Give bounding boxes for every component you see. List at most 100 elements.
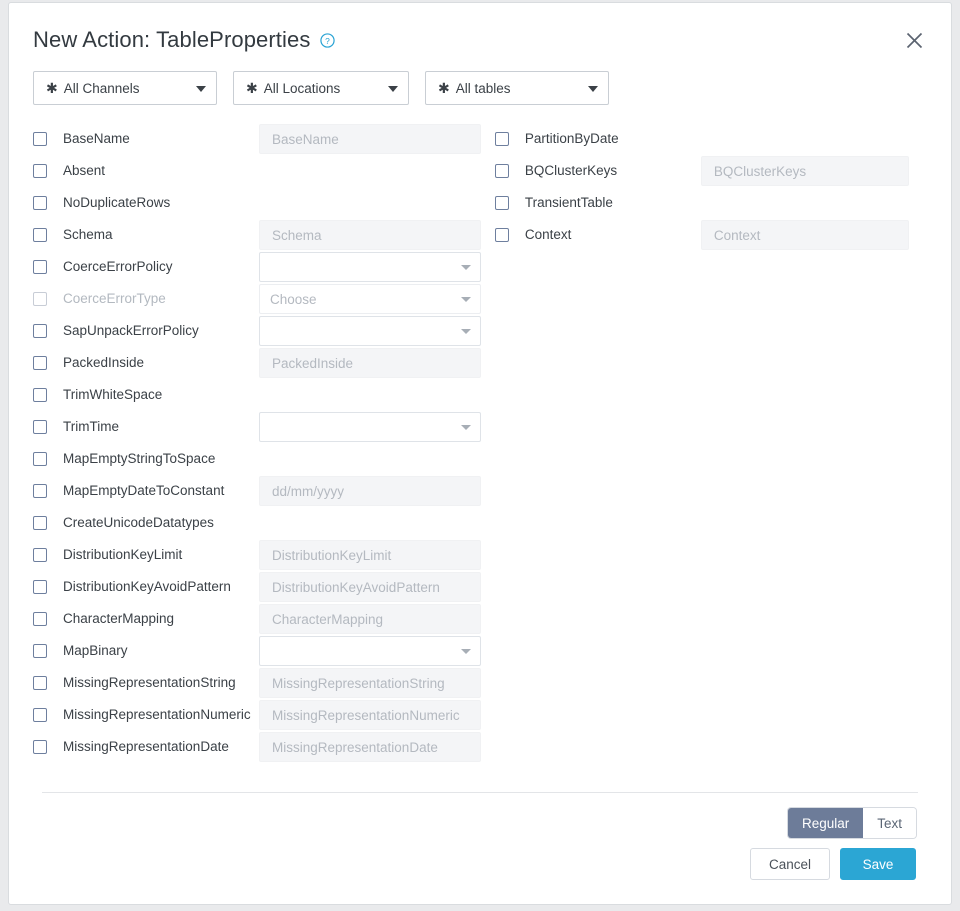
checkbox-missingrepresentationnumeric[interactable] — [33, 708, 47, 722]
property-row: Context Context — [494, 219, 927, 251]
checkbox-context[interactable] — [494, 228, 509, 242]
property-label: MissingRepresentationNumeric — [63, 707, 251, 723]
control-slot: Context — [700, 220, 909, 250]
input-schema[interactable]: Schema — [259, 220, 481, 250]
input-mapemptydatetoconstant[interactable]: dd/mm/yyyy — [259, 476, 481, 506]
input-bqclusterkeys[interactable]: BQClusterKeys — [700, 156, 909, 186]
location-selector[interactable]: ✱ All Locations — [233, 71, 409, 105]
select-mapbinary[interactable] — [259, 636, 481, 666]
close-icon[interactable] — [899, 25, 929, 55]
input-missingrepresentationnumeric[interactable]: MissingRepresentationNumeric — [259, 700, 481, 730]
checkbox-coerceerrorpolicy[interactable] — [33, 260, 47, 274]
property-label: PartitionByDate — [524, 131, 619, 147]
control-slot: BQClusterKeys — [700, 156, 909, 186]
property-row: DistributionKeyAvoidPattern DistributionK… — [33, 571, 485, 603]
property-row: Absent — [33, 155, 485, 187]
property-row: Schema Schema — [33, 219, 485, 251]
property-label: Schema — [63, 227, 113, 243]
checkbox-trimwhitespace[interactable] — [33, 388, 47, 402]
control-slot: PackedInside — [259, 348, 481, 378]
new-action-dialog: New Action: TableProperties ? ✱ All Chan… — [8, 2, 952, 905]
checkbox-schema[interactable] — [33, 228, 47, 242]
property-row: CreateUnicodeDatatypes — [33, 507, 485, 539]
chevron-down-icon — [461, 329, 471, 334]
checkbox-missingrepresentationstring[interactable] — [33, 676, 47, 690]
property-row: TransientTable — [494, 187, 927, 219]
checkbox-noduplicaterows[interactable] — [33, 196, 47, 210]
chevron-down-icon — [388, 86, 398, 92]
select-coerceerrorpolicy[interactable] — [259, 252, 481, 282]
control-slot — [259, 636, 481, 666]
table-selector[interactable]: ✱ All tables — [425, 71, 609, 105]
property-label: TransientTable — [524, 195, 613, 211]
checkbox-transienttable[interactable] — [494, 196, 509, 210]
checkbox-basename[interactable] — [33, 132, 47, 146]
property-row: DistributionKeyLimit DistributionKeyLimit — [33, 539, 485, 571]
property-label: Context — [524, 227, 572, 243]
checkbox-charactermapping[interactable] — [33, 612, 47, 626]
control-slot: BaseName — [259, 124, 481, 154]
input-basename[interactable]: BaseName — [259, 124, 481, 154]
select-trimtime[interactable] — [259, 412, 481, 442]
property-label: CharacterMapping — [63, 611, 175, 627]
property-label: MapEmptyDateToConstant — [63, 483, 225, 499]
property-row: MissingRepresentationNumeric MissingRepre… — [33, 699, 485, 731]
channel-selector-label: All Channels — [63, 80, 140, 96]
property-label: CoerceErrorType — [63, 291, 166, 307]
control-slot — [259, 412, 481, 442]
properties-columns: BaseName BaseName Absent NoDuplicateRows Sch… — [33, 123, 927, 763]
checkbox-partitionbydate[interactable] — [494, 132, 509, 146]
checkbox-mapemptystringtospace[interactable] — [33, 452, 47, 466]
control-slot: DistributionKeyLimit — [259, 540, 481, 570]
view-mode-toggle: Regular Text — [787, 808, 916, 838]
asterisk-icon: ✱ — [46, 80, 58, 96]
property-row: PackedInside PackedInside — [33, 347, 485, 379]
property-row: NoDuplicateRows — [33, 187, 485, 219]
property-row: BaseName BaseName — [33, 123, 485, 155]
property-row: MapBinary — [33, 635, 485, 667]
cancel-button[interactable]: Cancel — [749, 848, 830, 880]
property-label: TrimWhiteSpace — [63, 387, 163, 403]
chevron-down-icon — [588, 86, 598, 92]
input-charactermapping[interactable]: CharacterMapping — [259, 604, 481, 634]
property-label: BQClusterKeys — [524, 163, 618, 179]
checkbox-packedinside[interactable] — [33, 356, 47, 370]
property-row: MissingRepresentationString MissingRepres… — [33, 667, 485, 699]
chevron-down-icon — [461, 649, 471, 654]
channel-selector[interactable]: ✱ All Channels — [33, 71, 217, 105]
property-label: CreateUnicodeDatatypes — [63, 515, 214, 531]
asterisk-icon: ✱ — [438, 80, 450, 96]
checkbox-trimtime[interactable] — [33, 420, 47, 434]
asterisk-icon: ✱ — [246, 80, 258, 96]
checkbox-sapunpackerrorpolicy[interactable] — [33, 324, 47, 338]
property-label: PackedInside — [63, 355, 145, 371]
checkbox-mapemptydatetoconstant[interactable] — [33, 484, 47, 498]
checkbox-distributionkeyavoidpattern[interactable] — [33, 580, 47, 594]
property-label: Absent — [63, 163, 106, 179]
checkbox-createunicodedatatypes[interactable] — [33, 516, 47, 530]
checkbox-absent[interactable] — [33, 164, 47, 178]
select-sapunpackerrorpolicy[interactable] — [259, 316, 481, 346]
property-row: MapEmptyDateToConstant dd/mm/yyyy — [33, 475, 485, 507]
control-slot: Choose — [259, 284, 481, 314]
property-row: MapEmptyStringToSpace — [33, 443, 485, 475]
save-button[interactable]: Save — [840, 848, 916, 880]
location-selector-label: All Locations — [263, 80, 341, 96]
chevron-down-icon — [461, 425, 471, 430]
input-distributionkeyavoidpattern[interactable]: DistributionKeyAvoidPattern — [259, 572, 481, 602]
input-distributionkeylimit[interactable]: DistributionKeyLimit — [259, 540, 481, 570]
input-missingrepresentationstring[interactable]: MissingRepresentationString — [259, 668, 481, 698]
checkbox-distributionkeylimit[interactable] — [33, 548, 47, 562]
checkbox-mapbinary[interactable] — [33, 644, 47, 658]
dialog-header: New Action: TableProperties ? — [9, 3, 951, 57]
property-row: CoerceErrorPolicy — [33, 251, 485, 283]
checkbox-missingrepresentationdate[interactable] — [33, 740, 47, 754]
help-circle-icon[interactable]: ? — [320, 32, 336, 48]
view-mode-regular-button[interactable]: Regular — [787, 808, 864, 838]
input-packedinside[interactable]: PackedInside — [259, 348, 481, 378]
input-context[interactable]: Context — [700, 220, 909, 250]
properties-column-left: BaseName BaseName Absent NoDuplicateRows Sch… — [33, 123, 485, 763]
checkbox-bqclusterkeys[interactable] — [494, 164, 509, 178]
view-mode-text-button[interactable]: Text — [863, 808, 916, 838]
input-missingrepresentationdate[interactable]: MissingRepresentationDate — [259, 732, 481, 762]
